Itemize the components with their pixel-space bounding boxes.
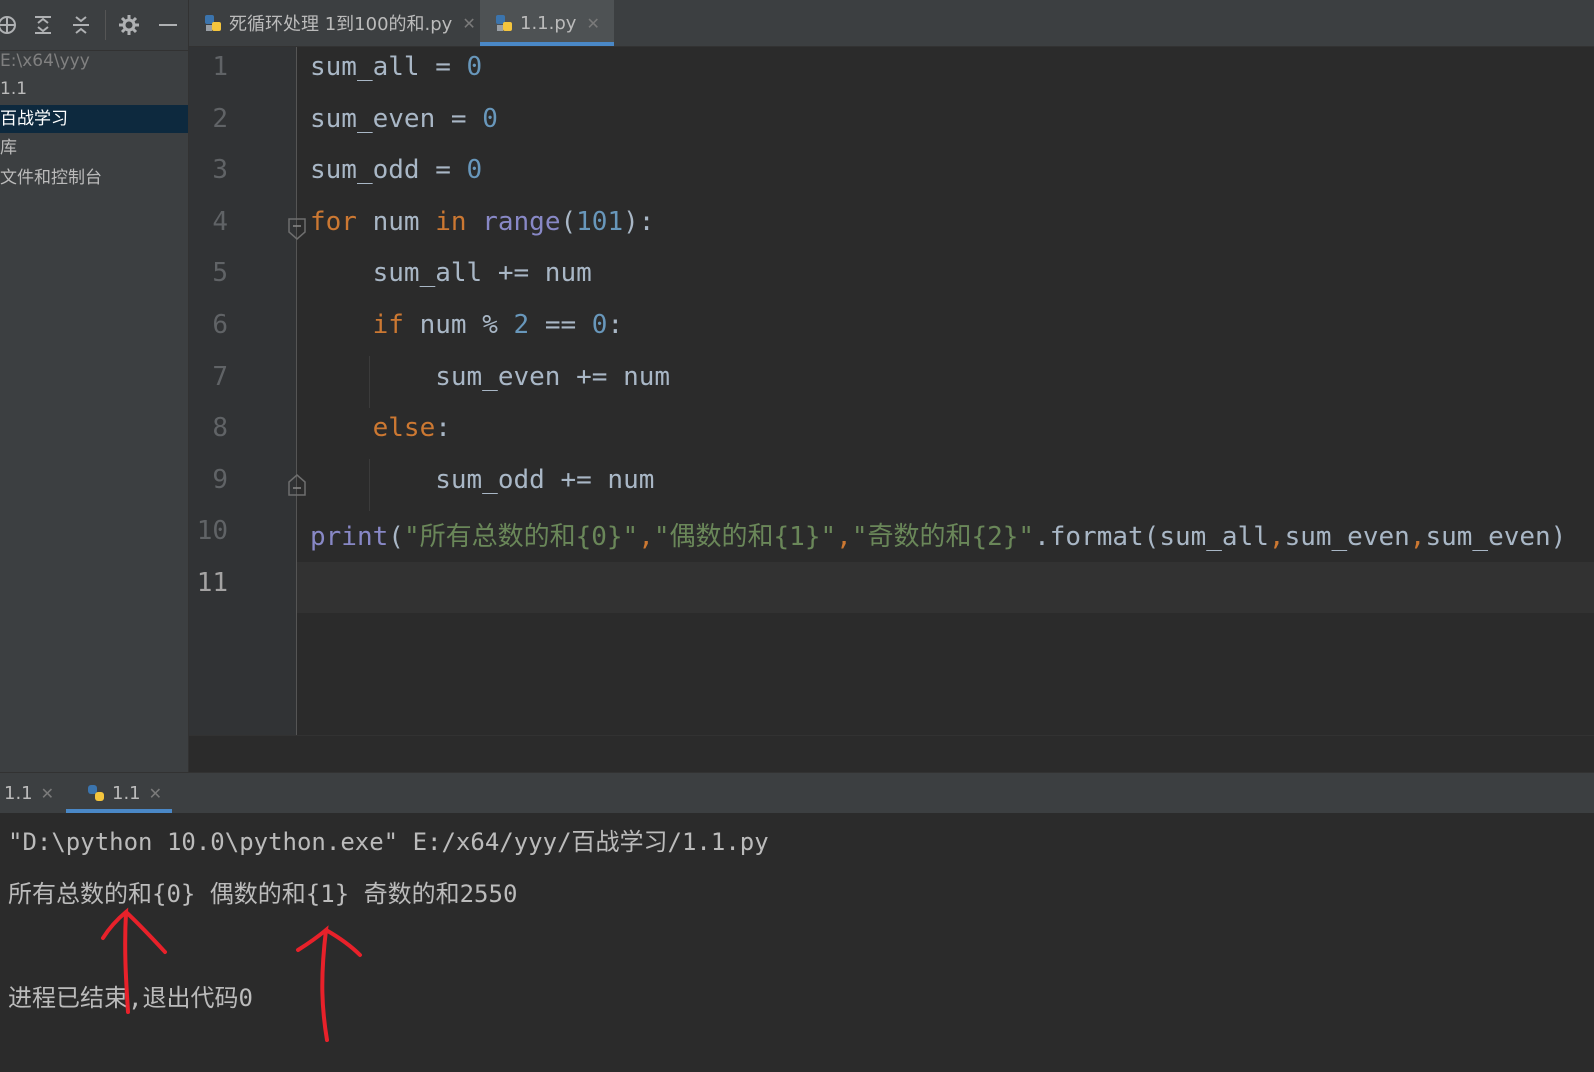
code-token: sum_all += num	[310, 258, 592, 289]
tree-item[interactable]: E:\x64\yyy	[0, 47, 188, 75]
tab-1-1-py[interactable]: 1.1.py ✕	[480, 0, 614, 46]
code-line[interactable]: if num % 2 == 0:	[310, 310, 623, 340]
run-tab-label: 1.1	[112, 782, 141, 804]
tree-item[interactable]: 百战学习	[0, 105, 188, 133]
code-line[interactable]: sum_all = 0	[310, 52, 482, 82]
code-token: else	[372, 413, 436, 444]
code-token: "偶数的和{1}"	[653, 522, 837, 553]
code-token: ,	[1268, 522, 1285, 553]
line-number: 11	[196, 568, 228, 598]
code-token: num %	[403, 310, 514, 340]
code-token: (	[388, 522, 404, 553]
tree-item[interactable]: 文件和控制台	[0, 164, 188, 192]
close-icon[interactable]: ✕	[149, 784, 162, 803]
close-icon[interactable]: ✕	[586, 14, 599, 33]
code-line[interactable]: print("所有总数的和{0}","偶数的和{1}","奇数的和{2}".fo…	[310, 516, 1566, 553]
code-token: :	[607, 310, 624, 340]
code-token: sum_even)	[1425, 522, 1567, 553]
code-token: num	[356, 206, 436, 237]
locate-icon[interactable]	[0, 12, 20, 38]
fold-end-icon[interactable]	[288, 474, 306, 500]
fold-icon[interactable]	[288, 218, 306, 244]
code-line[interactable]: sum_odd += num	[310, 465, 654, 495]
tab-loop-sum-file[interactable]: 死循环处理 1到100的和.py ✕	[203, 0, 476, 46]
code-token: 0	[482, 103, 498, 134]
code-line[interactable]: sum_all += num	[310, 258, 592, 288]
expand-all-icon[interactable]	[30, 12, 56, 38]
code-line[interactable]: else:	[310, 413, 451, 443]
code-token: 101	[576, 206, 624, 237]
code-token: print	[310, 522, 389, 553]
code-token: 0	[591, 310, 608, 340]
tree-item[interactable]: 库	[0, 134, 188, 162]
code-token: :	[435, 413, 451, 444]
close-icon[interactable]: ✕	[41, 784, 54, 803]
console-line: 进程已结束,退出代码0	[8, 984, 253, 1012]
line-number: 3	[212, 155, 228, 186]
editor-horizontal-scrollbar[interactable]	[189, 735, 1594, 773]
line-number: 6	[212, 310, 228, 340]
console-line: 所有总数的和{0} 偶数的和{1} 奇数的和2550	[8, 880, 518, 908]
editor-tab-bar: 死循环处理 1到100的和.py ✕ 1.1.py ✕	[189, 0, 1594, 47]
code-token: sum_even =	[310, 103, 483, 134]
code-line[interactable]: sum_even += num	[310, 362, 670, 392]
code-token: 2	[513, 310, 530, 340]
python-run-icon	[88, 785, 104, 801]
code-token: 0	[466, 52, 483, 82]
line-number: 10	[196, 516, 228, 547]
code-token: ,	[1409, 522, 1426, 553]
gutter-divider	[296, 47, 297, 735]
project-sidebar: E:\x64\yyy 1.1 百战学习库文件和控制台	[0, 0, 189, 772]
python-file-icon	[496, 15, 512, 31]
line-number: 9	[212, 464, 228, 495]
line-number: 2	[212, 103, 228, 134]
code-token: sum_all =	[310, 52, 467, 82]
code-token: sum_odd =	[310, 155, 467, 186]
tab-label: 1.1.py	[520, 12, 577, 34]
code-token: range	[482, 206, 561, 237]
line-number: 8	[212, 413, 228, 444]
current-line-highlight	[297, 562, 1594, 613]
line-number: 1	[212, 52, 228, 82]
code-token: ,	[638, 522, 654, 553]
run-tab-label: 1.1	[4, 782, 33, 804]
line-number: 4	[212, 206, 228, 237]
gear-icon[interactable]	[116, 12, 142, 38]
code-token: (	[560, 206, 577, 237]
hide-icon[interactable]	[155, 12, 181, 38]
project-toolbar	[0, 0, 188, 51]
code-token: for	[310, 206, 357, 237]
code-token: ,	[836, 522, 852, 553]
tree-item[interactable]: 1.1	[0, 75, 188, 103]
code-token: ):	[623, 206, 655, 237]
collapse-all-icon[interactable]	[68, 12, 94, 38]
code-line[interactable]: for num in range(101):	[310, 207, 654, 237]
line-number: 7	[212, 361, 228, 392]
code-token: if	[372, 310, 404, 340]
python-file-icon	[205, 15, 221, 31]
code-line[interactable]: sum_even = 0	[310, 104, 498, 134]
code-token: sum_odd += num	[310, 464, 655, 495]
toolbar-divider	[105, 10, 106, 40]
close-icon[interactable]: ✕	[462, 14, 475, 33]
tab-label: 死循环处理 1到100的和.py	[229, 14, 453, 35]
run-tab-1[interactable]: 1.1 ✕	[4, 773, 54, 813]
console-line: "D:\python 10.0\python.exe" E:/x64/yyy/百…	[8, 828, 769, 856]
run-tool-window-tabs: 1.1 ✕ 1.1 ✕	[0, 772, 1594, 814]
code-token: in	[435, 206, 467, 237]
code-token: .format(sum_all	[1034, 522, 1269, 553]
code-token: sum_even += num	[310, 361, 671, 392]
code-line[interactable]: sum_odd = 0	[310, 155, 482, 185]
code-token: "所有总数的和{0}"	[403, 522, 639, 553]
code-token: 0	[466, 155, 483, 186]
line-number: 5	[212, 258, 228, 289]
run-tab-2[interactable]: 1.1 ✕	[65, 773, 173, 813]
code-token: sum_even	[1284, 522, 1410, 553]
code-token: ==	[529, 310, 592, 340]
code-token: "奇数的和{2}"	[851, 522, 1035, 553]
